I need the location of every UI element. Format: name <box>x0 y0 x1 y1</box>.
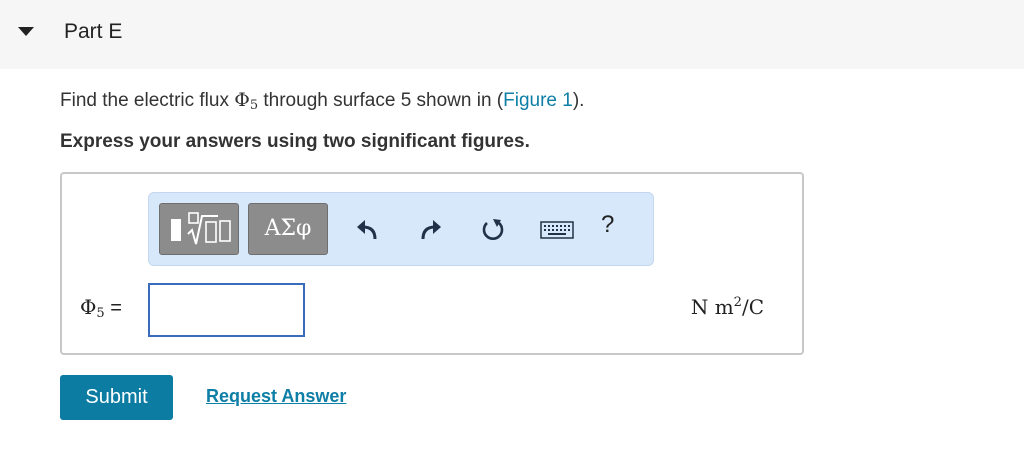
flux-symbol: Φ <box>234 89 250 111</box>
undo-icon[interactable] <box>353 215 383 245</box>
request-answer-link[interactable]: Request Answer <box>206 386 346 407</box>
symbols-button[interactable]: ΑΣφ <box>248 203 328 255</box>
answer-symbol: Φ <box>80 295 97 319</box>
templates-button[interactable] <box>159 203 239 255</box>
answer-subscript: 5 <box>96 306 105 321</box>
units-label: N m2/C <box>691 295 764 319</box>
answer-box: ΑΣφ ? Φ5 = N m2/C <box>60 172 804 355</box>
question-text-end: ). <box>572 90 585 111</box>
question-text-before: Find the electric flux <box>60 90 235 111</box>
redo-icon[interactable] <box>415 215 445 245</box>
templates-icon <box>171 212 231 245</box>
answer-input[interactable] <box>148 283 305 337</box>
question-text: Find the electric flux Φ5 through surfac… <box>60 89 584 113</box>
part-title: Part E <box>64 20 123 43</box>
figure-link[interactable]: Figure 1 <box>503 90 573 111</box>
math-toolbar: ΑΣφ ? <box>148 192 654 266</box>
answer-equals: = <box>104 297 122 319</box>
help-icon[interactable]: ? <box>601 211 614 239</box>
part-header[interactable]: Part E <box>0 0 1024 69</box>
keyboard-icon[interactable] <box>539 215 575 245</box>
units-end: /C <box>741 295 764 319</box>
units-base: N m <box>690 295 734 319</box>
units-exponent: 2 <box>733 295 742 310</box>
question-text-after: through surface 5 shown in ( <box>258 90 504 111</box>
instruction-text: Express your answers using two significa… <box>60 131 530 152</box>
flux-subscript: 5 <box>249 98 259 113</box>
submit-button[interactable]: Submit <box>60 375 173 420</box>
reset-icon[interactable] <box>478 215 508 245</box>
answer-label: Φ5 = <box>80 295 122 321</box>
collapse-caret-icon[interactable] <box>18 27 34 36</box>
